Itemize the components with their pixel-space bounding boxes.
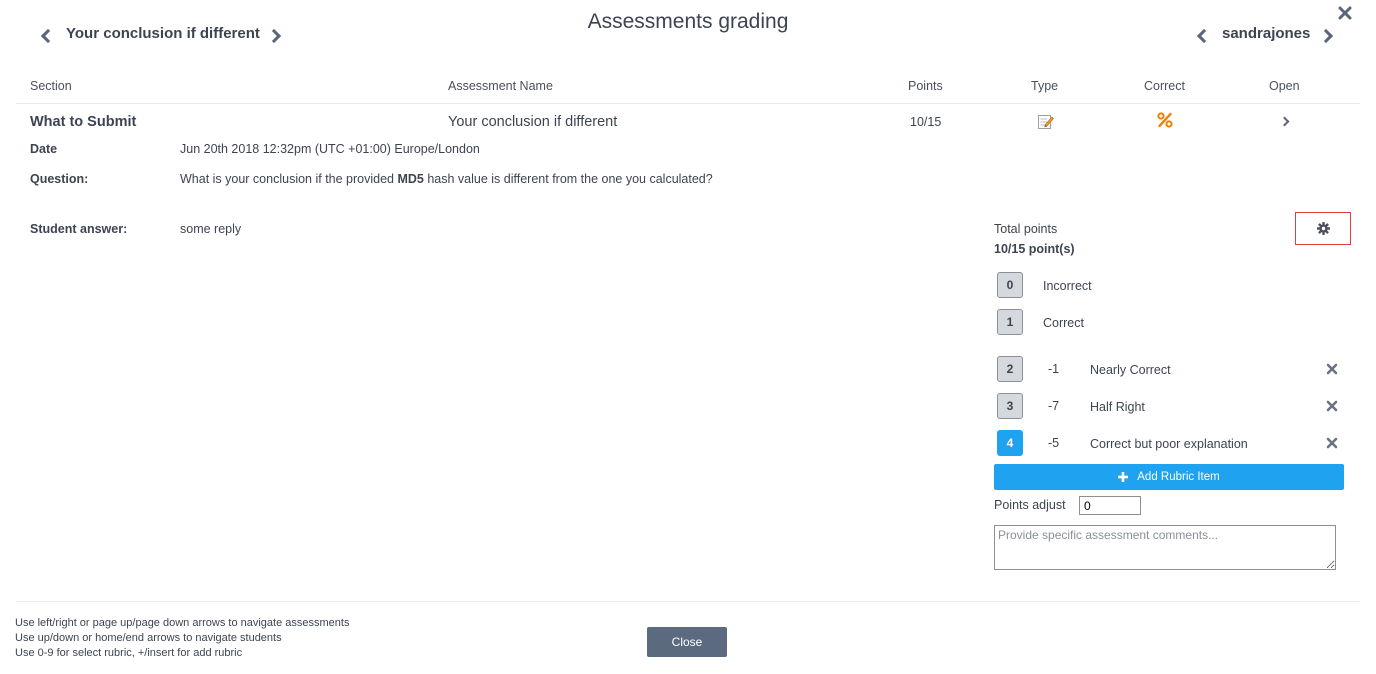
points-adjust-input[interactable] — [1079, 496, 1141, 515]
correct-icon-wrap — [1157, 112, 1173, 133]
hint-line: Use left/right or page up/page down arro… — [15, 617, 350, 629]
col-assessment-name: Assessment Name — [448, 79, 553, 93]
rubric-label: Half Right — [1090, 400, 1145, 414]
assessment-name: Your conclusion if different — [448, 114, 618, 130]
prev-student-button[interactable] — [1196, 28, 1212, 44]
close-icon — [1326, 400, 1338, 412]
chevron-right-icon — [1318, 28, 1334, 44]
question-text-bold: MD5 — [397, 172, 424, 186]
col-type: Type — [1031, 79, 1059, 93]
student-nav-label: sandrajones — [1222, 25, 1311, 42]
remove-rubric-button[interactable] — [1326, 362, 1340, 376]
settings-button[interactable] — [1295, 212, 1351, 245]
question-text: What is your conclusion if the provided … — [180, 172, 713, 186]
remove-rubric-button[interactable] — [1326, 399, 1340, 413]
rubric-key-button[interactable]: 0 — [997, 272, 1023, 298]
rubric-key-button[interactable]: 2 — [997, 356, 1023, 382]
total-points-value: 10/15 point(s) — [994, 242, 1075, 256]
rubric-delta: -7 — [1048, 399, 1060, 413]
student-answer-label: Student answer: — [30, 222, 128, 236]
rubric-label: Correct but poor explanation — [1090, 437, 1248, 451]
points-adjust-label: Points adjust — [994, 498, 1066, 512]
remove-rubric-button[interactable] — [1326, 436, 1340, 450]
row-points: 10/15 — [910, 115, 942, 129]
hint-line: Use 0-9 for select rubric, +/insert for … — [15, 647, 243, 659]
page-title: Assessments grading — [587, 10, 789, 33]
rubric-key-button[interactable]: 4 — [997, 430, 1023, 456]
plus-icon — [1118, 472, 1129, 482]
total-points-label: Total points — [994, 222, 1058, 236]
add-rubric-label: Add Rubric Item — [1137, 471, 1220, 483]
chevron-left-icon — [1196, 28, 1212, 44]
window-close-button[interactable] — [1338, 6, 1354, 24]
date-label: Date — [30, 142, 58, 156]
open-button[interactable] — [1277, 114, 1291, 128]
col-correct: Correct — [1144, 79, 1185, 93]
close-icon — [1326, 437, 1338, 449]
col-open: Open — [1269, 79, 1300, 93]
next-student-button[interactable] — [1318, 28, 1334, 44]
question-text-post: hash value is different from the one you… — [423, 172, 713, 186]
close-icon — [1326, 363, 1338, 375]
rubric-key-button[interactable]: 1 — [997, 309, 1023, 335]
chevron-right-icon — [1279, 116, 1289, 126]
rubric-label: Correct — [1043, 316, 1084, 330]
header-divider — [16, 103, 1360, 104]
rubric-delta: -1 — [1048, 362, 1060, 376]
add-rubric-button[interactable]: Add Rubric Item — [994, 464, 1344, 490]
col-section: Section — [30, 79, 72, 93]
col-points: Points — [908, 79, 943, 93]
close-icon — [1338, 6, 1352, 20]
student-answer-value: some reply — [180, 222, 242, 236]
close-button[interactable]: Close — [647, 627, 727, 657]
question-label: Question: — [30, 172, 89, 186]
hint-line: Use up/down or home/end arrows to naviga… — [15, 632, 282, 644]
rubric-label: Nearly Correct — [1090, 363, 1171, 377]
comments-textarea[interactable] — [994, 525, 1336, 570]
section-name: What to Submit — [30, 114, 137, 130]
footer-divider — [16, 601, 1360, 602]
edit-note-icon — [1038, 115, 1054, 129]
date-value: Jun 20th 2018 12:32pm (UTC +01:00) Europ… — [180, 142, 480, 156]
rubric-label: Incorrect — [1043, 279, 1092, 293]
question-text-pre: What is your conclusion if the provided — [180, 172, 398, 186]
keyboard-hints: Use left/right or page up/page down arro… — [15, 616, 349, 661]
rubric-delta: -5 — [1048, 436, 1060, 450]
gear-icon — [1316, 222, 1330, 235]
type-icon-wrap — [1037, 113, 1054, 135]
rubric-key-button[interactable]: 3 — [997, 393, 1023, 419]
percent-icon — [1157, 112, 1173, 128]
